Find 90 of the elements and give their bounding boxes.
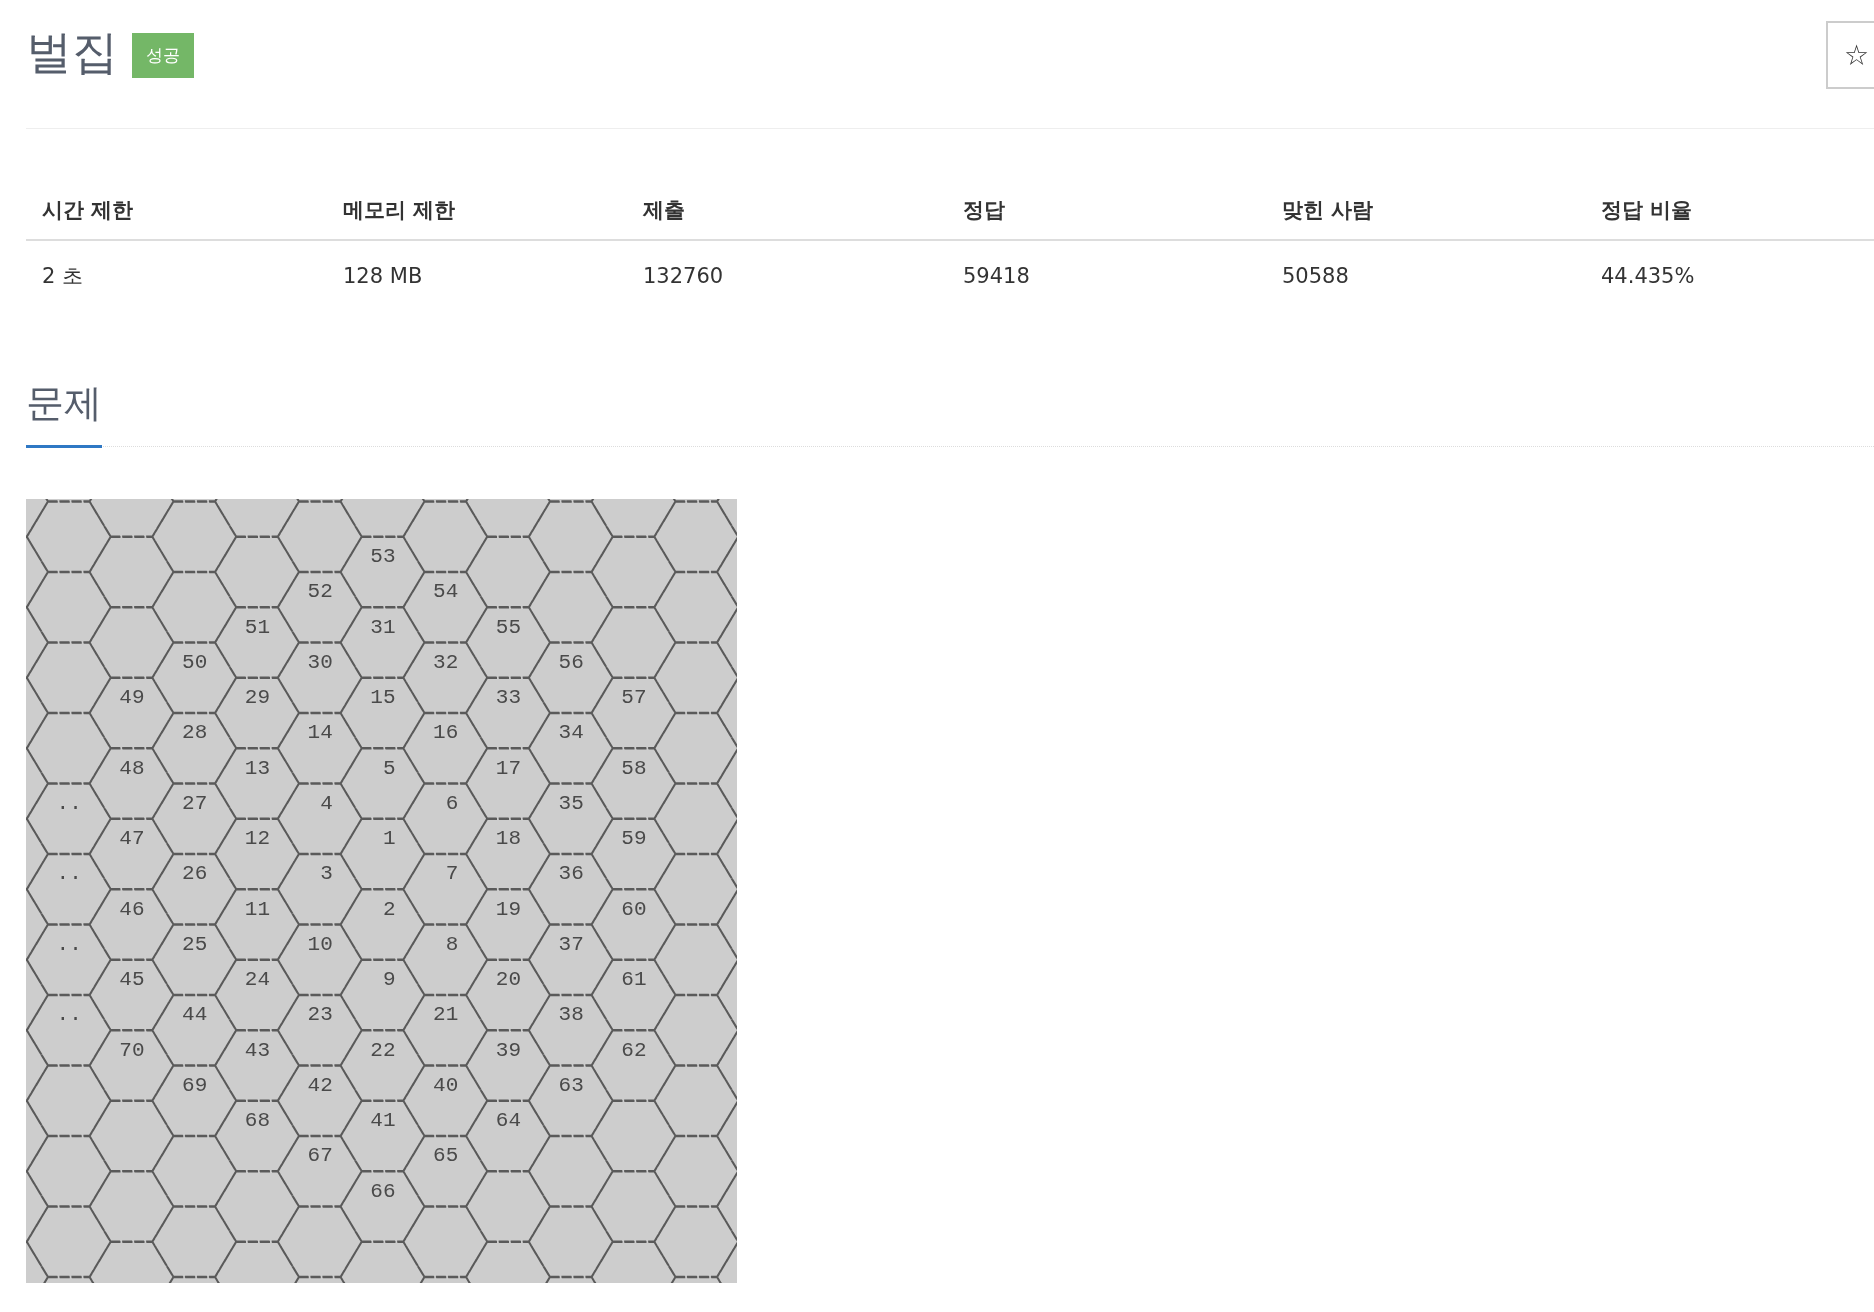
cell-number: 10: [307, 932, 333, 956]
cell-number: 28: [182, 721, 208, 745]
problem-title: 벌집: [26, 24, 118, 81]
cell-number: 46: [119, 897, 145, 921]
cell-number: 6: [445, 791, 459, 815]
cell-number: 54: [433, 580, 459, 604]
cell-number: 53: [370, 545, 396, 568]
table-cell-text: 44.435%: [1600, 264, 1696, 288]
cell-number: 57: [621, 686, 647, 709]
cell-number: 62: [621, 1038, 647, 1062]
cell-number: 40: [433, 1073, 459, 1097]
cell-number: 43: [244, 1038, 270, 1062]
cell-number: 38: [558, 1003, 584, 1027]
table-cell-text: 50588: [1281, 264, 1350, 288]
cell-number: 68: [244, 1109, 270, 1132]
cell-number: 14: [307, 721, 333, 745]
table-cell-text: 59418: [962, 264, 1031, 288]
cell-number: 11: [244, 897, 270, 921]
cell-number: 50: [182, 650, 208, 674]
star-button[interactable]: ☆: [1826, 21, 1874, 89]
cell-number: 24: [244, 968, 270, 991]
table-cell-text: 128 MB: [342, 264, 424, 288]
cell-number: 2: [382, 897, 396, 921]
column-header: 제출: [642, 197, 686, 224]
cell-number: 4: [320, 791, 333, 815]
cell-number: 19: [495, 897, 521, 921]
cell-number: 12: [244, 827, 270, 850]
cell-number: 9: [382, 968, 396, 991]
cell-number: 67: [307, 1144, 333, 1168]
table-cell-text: 132760: [642, 264, 725, 288]
cell-number: 37: [558, 932, 584, 956]
cell-number: 41: [370, 1109, 396, 1132]
cell-number: ..: [56, 862, 82, 886]
cell-number: 26: [182, 862, 208, 886]
cell-number: 1: [382, 827, 396, 850]
cell-number: 32: [433, 650, 459, 674]
cell-number: 7: [445, 862, 459, 886]
cell-number: 69: [182, 1073, 208, 1097]
cell-number: 63: [558, 1073, 584, 1097]
column-header: 메모리 제한: [342, 197, 457, 224]
cell-number: 44: [182, 1003, 208, 1027]
cell-number: ..: [56, 791, 82, 815]
cell-number: 15: [370, 686, 396, 709]
cell-number: 8: [445, 932, 459, 956]
cell-number: 33: [495, 686, 521, 709]
cell-number: 13: [244, 756, 270, 780]
cell-number: ..: [56, 1003, 82, 1027]
cell-number: 20: [495, 968, 521, 991]
column-header: 시간 제한: [41, 197, 135, 224]
cell-number: 36: [558, 862, 584, 886]
cell-number: 60: [621, 897, 647, 921]
column-header: 정답: [962, 197, 1006, 224]
cell-number: 17: [495, 756, 521, 780]
cell-number: 58: [621, 756, 647, 780]
cell-number: 5: [382, 756, 396, 780]
cell-number: 21: [433, 1003, 459, 1027]
cell-number: 65: [433, 1144, 459, 1168]
cell-number: 51: [244, 615, 270, 639]
cell-number: 55: [495, 615, 521, 639]
cell-number: ..: [56, 932, 82, 956]
column-header: 정답 비율: [1600, 197, 1694, 224]
status-badge: 성공: [132, 32, 194, 78]
column-header: 맞힌 사람: [1281, 197, 1375, 224]
cell-number: 25: [182, 932, 208, 956]
cell-number: 23: [307, 1003, 333, 1027]
cell-number: 70: [119, 1038, 145, 1062]
cell-number: 42: [307, 1073, 333, 1097]
cell-number: 49: [119, 686, 145, 709]
cell-number: 52: [307, 580, 333, 604]
cell-number: 31: [370, 615, 396, 639]
cell-number: 3: [320, 862, 333, 886]
cell-number: 39: [495, 1038, 521, 1062]
cell-number: 66: [370, 1179, 396, 1203]
cell-number: 56: [558, 650, 584, 674]
cell-number: 59: [621, 827, 647, 850]
cell-number: 18: [495, 827, 521, 850]
cell-number: 35: [558, 791, 584, 815]
cell-number: 29: [244, 686, 270, 709]
cell-number: 30: [307, 650, 333, 674]
cell-number: 34: [558, 721, 584, 745]
cell-number: 27: [182, 791, 208, 815]
cell-number: 47: [119, 827, 145, 850]
section-heading: 문제: [26, 379, 102, 448]
cell-number: 16: [433, 721, 459, 745]
cell-number: 45: [119, 968, 145, 991]
cell-number: 64: [495, 1109, 521, 1132]
cell-number: 48: [119, 756, 145, 780]
cell-number: 22: [370, 1038, 396, 1062]
cell-number: 61: [621, 968, 647, 991]
table-cell-text: 2 초: [41, 263, 85, 290]
